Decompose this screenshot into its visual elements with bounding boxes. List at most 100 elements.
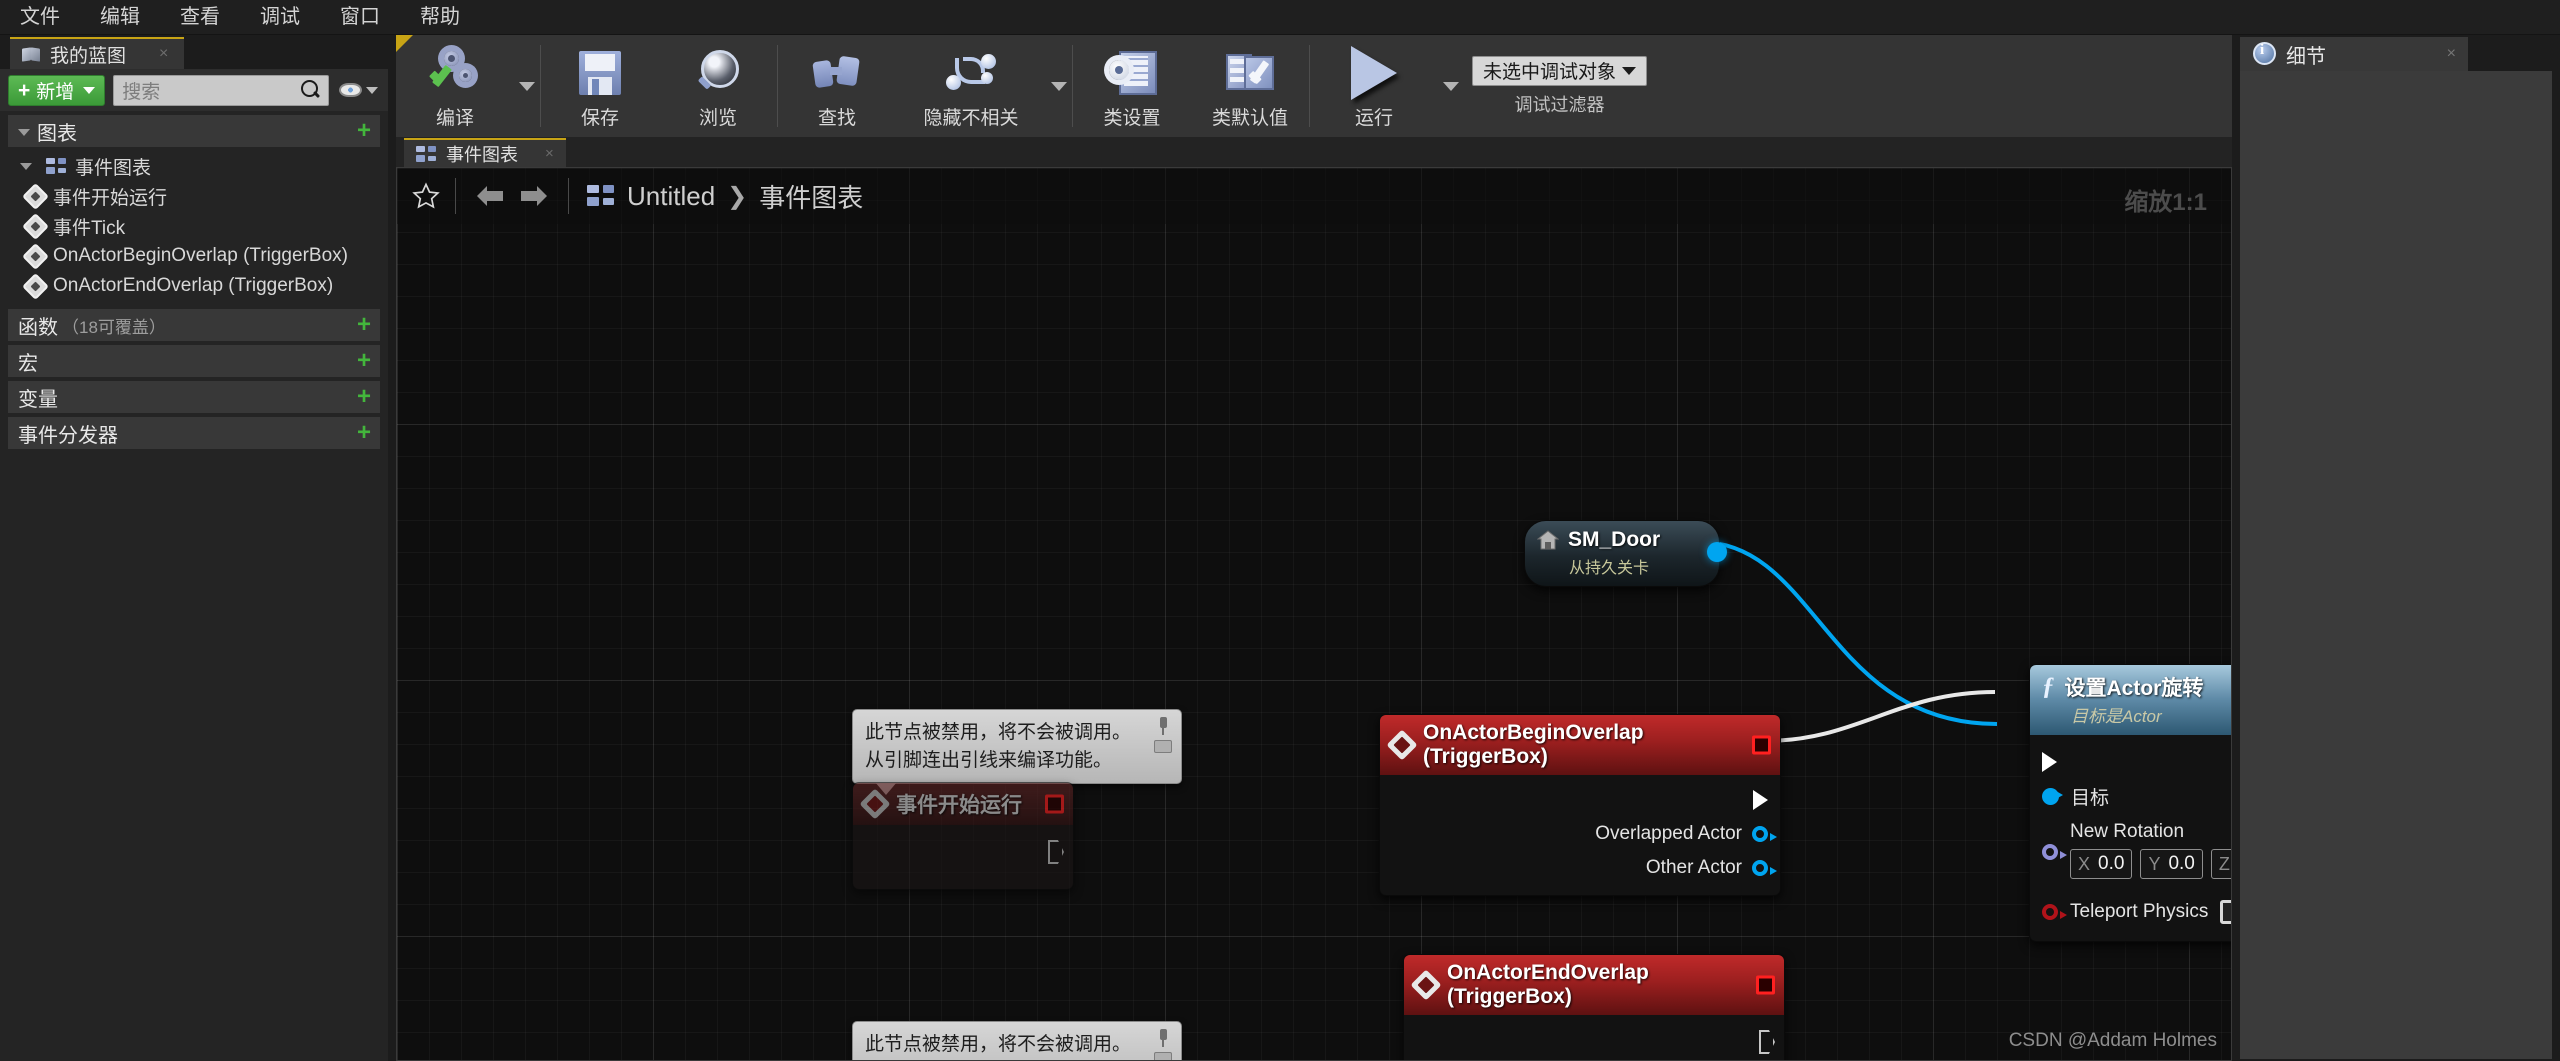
event-diamond-icon xyxy=(22,242,49,270)
breadcrumb: Untitled ❯ 事件图表 xyxy=(587,178,863,215)
debug-object-select[interactable]: 未选中调试对象 xyxy=(1472,55,1648,86)
tab-my-blueprint[interactable]: 我的蓝图 × xyxy=(10,37,185,69)
delegate-pin[interactable] xyxy=(1752,735,1771,755)
pin-target[interactable] xyxy=(2042,787,2063,805)
delegate-pin[interactable] xyxy=(1756,975,1775,995)
tree-item-on-actor-end-overlap[interactable]: OnActorEndOverlap (TriggerBox) xyxy=(0,271,388,301)
tree-section-macros[interactable]: 宏 + xyxy=(8,345,380,377)
add-function-button[interactable]: + xyxy=(357,313,371,337)
toolbar-group-asset: 保存 浏览 xyxy=(541,35,777,137)
pin-icon[interactable] xyxy=(1156,1029,1171,1047)
class-settings-button[interactable]: 类设置 xyxy=(1073,35,1191,137)
find-button[interactable]: 查找 xyxy=(778,35,896,137)
tab-details-label: 细节 xyxy=(2286,45,2326,68)
node-sm-door-subtitle: 从持久关卡 xyxy=(1569,560,1650,577)
pin-sm-door-output[interactable] xyxy=(1707,542,1727,562)
save-button[interactable]: 保存 xyxy=(541,35,659,137)
pin-label: Other Actor xyxy=(1645,857,1742,878)
close-icon[interactable]: × xyxy=(545,145,554,162)
add-event-dispatcher-button[interactable]: + xyxy=(357,421,371,445)
tab-event-graph[interactable]: 事件图表 × xyxy=(404,138,566,167)
tab-details[interactable]: 细节 × xyxy=(2240,37,2468,71)
bookmark-star-icon[interactable] xyxy=(411,181,441,211)
node-sm-door-title: SM_Door xyxy=(1568,528,1661,551)
menu-item-view[interactable]: 查看 xyxy=(160,3,240,31)
breadcrumb-separator: ❯ xyxy=(727,182,748,210)
pin-icon[interactable] xyxy=(1156,717,1171,735)
add-macro-button[interactable]: + xyxy=(357,349,371,373)
node-header: OnActorBeginOverlap (TriggerBox) xyxy=(1380,715,1780,775)
search-input[interactable]: 搜索 xyxy=(113,74,329,106)
pin-exec-output[interactable] xyxy=(1759,1030,1772,1050)
tree-section-event-dispatchers[interactable]: 事件分发器 + xyxy=(8,417,380,449)
node-event-begin-play[interactable]: 事件开始运行 xyxy=(852,782,1074,890)
add-variable-button[interactable]: + xyxy=(357,385,371,409)
tree-section-variables-label: 变量 xyxy=(18,388,58,411)
menu-item-file[interactable]: 文件 xyxy=(0,3,80,31)
comment-bubble-icon[interactable] xyxy=(1154,1052,1172,1060)
delegate-pin[interactable] xyxy=(1045,794,1064,814)
pin-new-rotation[interactable] xyxy=(2042,844,2067,860)
tree-item-event-tick[interactable]: 事件Tick xyxy=(0,211,388,241)
compile-label: 编译 xyxy=(435,107,474,129)
debug-filter-group: 未选中调试对象 调试过滤器 xyxy=(1464,35,1648,137)
pin-exec-input[interactable] xyxy=(2042,752,2057,772)
breadcrumb-root[interactable]: Untitled xyxy=(627,181,715,212)
hide-unrelated-icon xyxy=(945,47,997,99)
toolbar-group-class: 类设置 类默认值 xyxy=(1073,35,1309,137)
pin-teleport-physics[interactable] xyxy=(2042,904,2067,920)
tree-section-functions[interactable]: 函数 （18可覆盖） + xyxy=(8,309,380,341)
close-icon[interactable]: × xyxy=(2447,45,2456,63)
graph-editor: 事件图表 × Untitled ❯ 事件图表 缩放1:1 SM_Door 从持久… xyxy=(396,137,2232,1061)
hide-unrelated-options-button[interactable] xyxy=(1046,35,1072,137)
chevron-down-icon xyxy=(519,81,535,91)
tree-section-variables[interactable]: 变量 + xyxy=(8,381,380,413)
pin-overlapped-actor[interactable] xyxy=(1752,826,1777,842)
forward-arrow-icon[interactable] xyxy=(512,179,554,213)
class-settings-label: 类设置 xyxy=(1103,107,1161,129)
save-icon xyxy=(579,47,621,99)
node-subtitle: 目标是Actor xyxy=(2071,707,2162,726)
rotation-x-field[interactable]: X 0.0 xyxy=(2070,849,2133,879)
tree-item-label: 事件Tick xyxy=(53,217,126,239)
add-graph-button[interactable]: + xyxy=(357,119,371,143)
details-panel: 细节 × xyxy=(2232,35,2560,1061)
visibility-options-button[interactable] xyxy=(337,83,380,97)
node-on-actor-end-overlap[interactable]: OnActorEndOverlap (TriggerBox) Overlappe… xyxy=(1403,954,1785,1060)
pin-other-actor[interactable] xyxy=(1752,860,1777,876)
back-arrow-icon[interactable] xyxy=(470,179,512,213)
play-button[interactable]: 运行 xyxy=(1310,35,1438,137)
teleport-physics-checkbox[interactable] xyxy=(2220,900,2231,924)
pin-exec-output[interactable] xyxy=(1048,840,1061,860)
tree-item-on-actor-begin-overlap[interactable]: OnActorBeginOverlap (TriggerBox) xyxy=(0,241,388,271)
menu-item-debug[interactable]: 调试 xyxy=(240,3,320,31)
node-on-actor-begin-overlap[interactable]: OnActorBeginOverlap (TriggerBox) Overlap… xyxy=(1379,714,1781,896)
compile-button[interactable]: 编译 xyxy=(396,35,514,137)
menu-item-edit[interactable]: 编辑 xyxy=(80,3,160,31)
node-set-actor-rotation[interactable]: ƒ 设置Actor旋转 目标是Actor 目标 New Rotation X 0… xyxy=(2029,664,2231,942)
menu-item-help[interactable]: 帮助 xyxy=(400,3,480,31)
rotation-y-field[interactable]: Y 0.0 xyxy=(2140,849,2203,879)
node-row-exec-out xyxy=(1404,1023,1784,1057)
rotation-z-field[interactable]: Z 90.0 xyxy=(2210,849,2231,879)
play-options-button[interactable] xyxy=(1438,35,1464,137)
zoom-level-label: 缩放1:1 xyxy=(2124,189,2207,216)
hide-unrelated-button[interactable]: 隐藏不相关 xyxy=(896,35,1046,137)
tree-section-graphs[interactable]: 图表 + xyxy=(8,115,380,147)
class-defaults-button[interactable]: 类默认值 xyxy=(1191,35,1309,137)
menu-item-window[interactable]: 窗口 xyxy=(320,3,400,31)
pin-exec-output[interactable] xyxy=(1753,790,1768,810)
add-new-button[interactable]: + 新增 xyxy=(8,74,106,106)
close-icon[interactable]: × xyxy=(159,45,168,63)
breadcrumb-current[interactable]: 事件图表 xyxy=(759,178,863,215)
compile-options-button[interactable] xyxy=(514,35,540,137)
my-blueprint-tree: 图表 + 事件图表 事件开始运行 事件Tick OnActorBeginOver… xyxy=(0,111,388,1061)
graph-canvas[interactable]: Untitled ❯ 事件图表 缩放1:1 SM_Door 从持久关卡 此节点被… xyxy=(396,167,2232,1061)
node-sm-door[interactable]: SM_Door 从持久关卡 xyxy=(1524,520,1727,587)
comment-bubble-icon[interactable] xyxy=(1154,740,1172,753)
tree-item-event-graph[interactable]: 事件图表 xyxy=(0,151,388,181)
node-title: 事件开始运行 xyxy=(896,794,1022,817)
browse-button[interactable]: 浏览 xyxy=(659,35,777,137)
tree-item-event-begin-play[interactable]: 事件开始运行 xyxy=(0,181,388,211)
class-defaults-label: 类默认值 xyxy=(1211,107,1288,129)
